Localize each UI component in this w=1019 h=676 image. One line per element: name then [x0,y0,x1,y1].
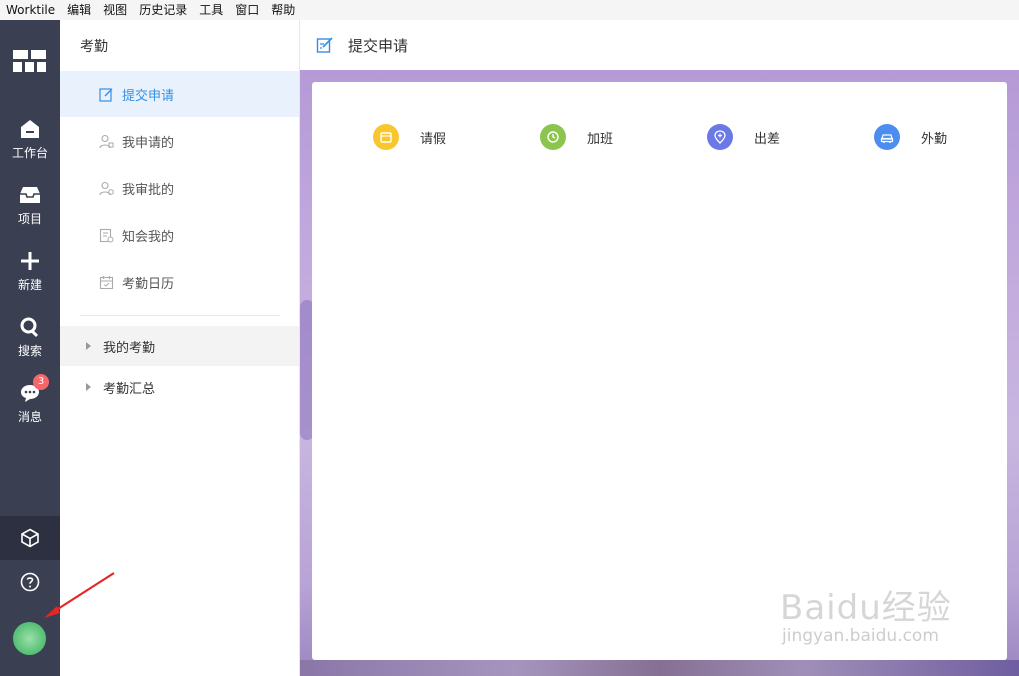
sidebar-item-submit-request[interactable]: 提交申请 [60,71,299,117]
calendar-icon [98,274,114,290]
background-flowers [300,660,1019,676]
sidebar-divider [80,315,280,316]
rail-item-label: 新建 [17,278,42,292]
rail-item-label: 工作台 [11,146,48,160]
rail-item-label: 消息 [17,410,42,424]
rail-item-projects[interactable]: 项目 [0,184,60,242]
menu-window[interactable]: 窗口 [229,0,265,20]
page-title: 提交申请 [348,36,409,55]
user-check-icon [98,180,114,196]
rail-item-new[interactable]: 新建 [0,250,60,308]
user-icon [98,133,114,149]
sidebar-item-label: 知会我的 [122,229,175,245]
sidebar-group-label: 考勤汇总 [103,381,156,397]
sidebar-item-label: 我申请的 [122,135,175,151]
menu-view[interactable]: 视图 [97,0,133,20]
menu-bar: Worktile 编辑 视图 历史记录 工具 窗口 帮助 [0,0,1019,20]
annotation-arrow [44,572,115,618]
unread-badge: 3 [33,374,49,390]
calendar-icon [373,124,399,150]
sidebar-item-attendance-calendar[interactable]: 考勤日历 [60,259,299,305]
request-type-overtime[interactable]: 加班 [540,124,613,150]
clock-icon [540,124,566,150]
request-type-label: 外勤 [921,131,948,147]
document-icon [98,227,114,243]
menu-app-name[interactable]: Worktile [0,0,61,20]
request-type-field-work[interactable]: 外勤 [874,124,947,150]
sidebar-group-attendance-summary[interactable]: 考勤汇总 [60,367,299,407]
rail-item-label: 搜索 [17,344,42,358]
rail-item-workbench[interactable]: 工作台 [0,118,60,176]
request-type-leave[interactable]: 请假 [373,124,446,150]
car-icon [874,124,900,150]
cube-icon [21,528,39,548]
chat-icon: 3 [19,374,49,404]
sidebar-item-my-approvals[interactable]: 我审批的 [60,165,299,211]
sidebar-group-label: 我的考勤 [103,340,156,356]
request-type-label: 出差 [754,131,781,147]
help-icon [20,572,40,592]
search-icon [19,316,41,338]
logo-icon[interactable] [13,50,46,72]
request-type-business-trip[interactable]: 出差 [707,124,780,150]
rail-item-messages[interactable]: 3 消息 [0,374,60,440]
menu-tools[interactable]: 工具 [193,0,229,20]
sidebar-group-my-attendance[interactable]: 我的考勤 [60,326,299,366]
sidebar-item-notified-me[interactable]: 知会我的 [60,212,299,258]
inbox-icon [19,184,41,206]
watermark-brand: Baidu经验 [780,588,952,628]
rail-item-label: 项目 [17,212,42,226]
request-type-label: 请假 [420,131,447,147]
sidebar-item-my-requests[interactable]: 我申请的 [60,118,299,164]
caret-right-icon [86,383,91,391]
apps-button[interactable] [0,516,60,560]
watermark-site: jingyan.baidu.com [782,626,939,646]
edit-icon [98,86,114,102]
sidebar-item-label: 考勤日历 [122,276,175,292]
menu-help[interactable]: 帮助 [265,0,301,20]
sidebar-item-label: 我审批的 [122,182,175,198]
main-header: 提交申请 [300,20,1019,70]
watermark: Baidu经验 jingyan.baidu.com [780,562,980,662]
plus-icon [19,250,41,272]
menu-history[interactable]: 历史记录 [133,0,193,20]
caret-right-icon [86,342,91,350]
location-icon [707,124,733,150]
home-icon [19,118,41,140]
rail-item-search[interactable]: 搜索 [0,316,60,374]
sidebar-item-label: 提交申请 [122,88,175,104]
request-type-label: 加班 [587,131,614,147]
sidebar-title: 考勤 [80,39,108,55]
edit-icon [316,36,334,54]
menu-edit[interactable]: 编辑 [61,0,97,20]
avatar[interactable] [13,622,46,655]
